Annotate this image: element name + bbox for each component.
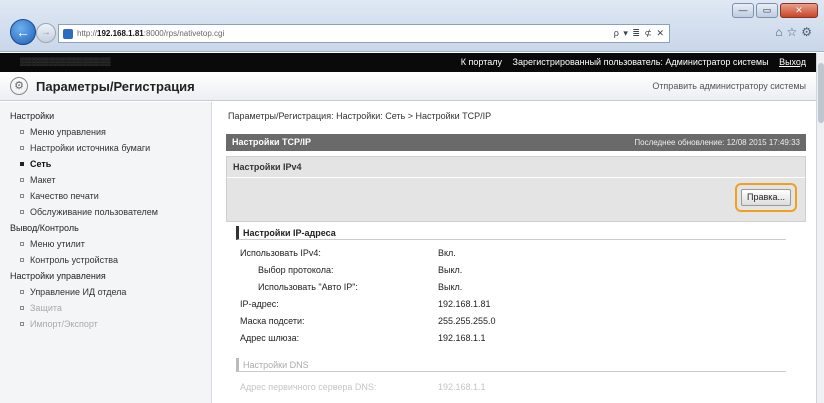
sidebar-item-user-maintenance[interactable]: Обслуживание пользователем: [0, 204, 211, 220]
portal-link[interactable]: К порталу: [461, 57, 502, 67]
bullet-icon: [20, 146, 24, 150]
setting-value: 255.255.255.0: [438, 316, 496, 326]
sidebar: Настройки Меню управления Настройки исто…: [0, 102, 212, 403]
address-tools[interactable]: ρ ▾ ≣ ⊄ ✕: [554, 24, 670, 43]
sidebar-item-department-id[interactable]: Управление ИД отдела: [0, 284, 211, 300]
last-update: Последнее обновление: 12/08 2015 17:49:3…: [634, 138, 800, 147]
sidebar-section-management[interactable]: Настройки управления: [0, 268, 211, 284]
sidebar-item-layout[interactable]: Макет: [0, 172, 211, 188]
ipv4-box: Настройки IPv4 Правка...: [226, 156, 806, 222]
edit-button[interactable]: Правка...: [741, 189, 791, 206]
sidebar-item-label: Макет: [30, 175, 56, 185]
close-window-button[interactable]: ✕: [780, 3, 818, 18]
setting-value: Вкл.: [438, 248, 456, 258]
sidebar-item-print-quality[interactable]: Качество печати: [0, 188, 211, 204]
bullet-icon: [20, 210, 24, 214]
setting-label: Маска подсети:: [240, 316, 305, 326]
logged-user: Зарегистрированный пользователь: Админис…: [512, 57, 769, 67]
sidebar-item-paper-source[interactable]: Настройки источника бумаги: [0, 140, 211, 156]
mail-admin-link[interactable]: Отправить администратору системы: [652, 81, 806, 91]
ipv4-settings: Настройки IP-адреса Использовать IPv4: В…: [226, 222, 806, 403]
browser-chrome: — ▭ ✕ ← → http://192.168.1.81:8000/rps/n…: [0, 0, 824, 52]
setting-row: Адрес шлюза: 192.168.1.1: [240, 331, 800, 345]
sidebar-item-device-control[interactable]: Контроль устройства: [0, 252, 211, 268]
sidebar-item-utility-menu[interactable]: Меню утилит: [0, 236, 211, 252]
address-path: :8000/rps/nativetop.cgi: [143, 29, 225, 38]
sidebar-item-label: Сеть: [30, 159, 52, 169]
bullet-icon: [20, 130, 24, 134]
sidebar-section-output[interactable]: Вывод/Контроль: [0, 220, 211, 236]
scrollbar-thumb[interactable]: [818, 63, 824, 123]
setting-label: Адрес шлюза:: [240, 333, 300, 343]
bullet-icon: [20, 194, 24, 198]
edit-button-highlight: Правка...: [735, 183, 797, 212]
bullet-icon: [20, 306, 24, 310]
setting-label: IP-адрес:: [240, 299, 279, 309]
portal-bar: ▒▒▒▒▒▒▒▒▒▒▒▒▒▒▒▒ К порталу Зарегистриров…: [0, 53, 816, 72]
back-button[interactable]: ←: [10, 19, 36, 45]
minimize-button[interactable]: —: [732, 3, 754, 18]
page-scrollbar[interactable]: [816, 53, 824, 403]
ip-address-section: Настройки IP-адреса: [236, 226, 786, 240]
site-favicon-icon: [63, 29, 73, 39]
address-prefix: http://: [77, 29, 98, 38]
sidebar-item-label: Импорт/Экспорт: [30, 319, 98, 329]
sidebar-item-control-menu[interactable]: Меню управления: [0, 124, 211, 140]
panel-title: Настройки TCP/IP: [232, 137, 311, 147]
maximize-button[interactable]: ▭: [756, 3, 778, 18]
setting-row: Маска подсети: 255.255.255.0: [240, 314, 800, 328]
bullet-icon: [20, 178, 24, 182]
bullet-icon: [20, 242, 24, 246]
sidebar-item-label: Меню утилит: [30, 239, 85, 249]
tcpip-panel-header: Настройки TCP/IP Последнее обновление: 1…: [226, 134, 806, 151]
sidebar-item-label: Настройки источника бумаги: [30, 143, 151, 153]
main-content: Параметры/Регистрация: Настройки: Сеть >…: [222, 102, 808, 403]
page-header: ⚙ Параметры/Регистрация Отправить админи…: [0, 72, 816, 101]
logout-link[interactable]: Выход: [779, 57, 806, 67]
product-name-blurred: ▒▒▒▒▒▒▒▒▒▒▒▒▒▒▒▒: [20, 57, 111, 66]
setting-label: Адрес первичного сервера DNS:: [240, 382, 377, 392]
window-controls: — ▭ ✕: [732, 3, 818, 18]
divider: [227, 177, 805, 178]
sidebar-item-label: Управление ИД отдела: [30, 287, 127, 297]
bullet-icon: [20, 322, 24, 326]
bullet-icon: [20, 162, 24, 166]
dns-section: Настройки DNS: [236, 358, 786, 372]
page-title: Параметры/Регистрация: [36, 79, 195, 94]
ipv4-title: Настройки IPv4: [233, 162, 302, 172]
setting-label: Использовать "Авто IP":: [258, 282, 358, 292]
setting-row: Использовать "Авто IP": Выкл.: [240, 280, 800, 294]
sidebar-section-settings[interactable]: Настройки: [0, 108, 211, 124]
setting-row: Использовать IPv4: Вкл.: [240, 246, 800, 260]
setting-label: Использовать IPv4:: [240, 248, 321, 258]
sidebar-item-label: Качество печати: [30, 191, 99, 201]
bullet-icon: [20, 258, 24, 262]
sidebar-item-label: Обслуживание пользователем: [30, 207, 158, 217]
address-host: 192.168.1.81: [97, 29, 144, 38]
sidebar-item-label: Контроль устройства: [30, 255, 118, 265]
sidebar-item-import-export[interactable]: Импорт/Экспорт: [0, 316, 211, 332]
sidebar-item-security[interactable]: Защита: [0, 300, 211, 316]
breadcrumb: Параметры/Регистрация: Настройки: Сеть >…: [228, 111, 492, 121]
portal-links: К порталу Зарегистрированный пользовател…: [453, 57, 806, 67]
sidebar-item-network[interactable]: Сеть: [0, 156, 211, 172]
setting-row: Выбор протокола: Выкл.: [240, 263, 800, 277]
bullet-icon: [20, 290, 24, 294]
forward-button[interactable]: →: [36, 23, 56, 43]
setting-label: Выбор протокола:: [258, 265, 334, 275]
browser-toolbar-icons[interactable]: ⌂☆⚙: [775, 25, 816, 39]
sidebar-item-label: Меню управления: [30, 127, 106, 137]
sidebar-item-label: Защита: [30, 303, 62, 313]
setting-value: 192.168.1.81: [438, 299, 491, 309]
setting-row: Адрес первичного сервера DNS: 192.168.1.…: [240, 380, 800, 394]
setting-value: Выкл.: [438, 282, 463, 292]
address-bar[interactable]: http://192.168.1.81:8000/rps/nativetop.c…: [58, 24, 556, 43]
setting-value: 192.168.1.1: [438, 382, 486, 392]
settings-gear-icon: ⚙: [10, 77, 28, 95]
setting-value: Выкл.: [438, 265, 463, 275]
setting-value: 192.168.1.1: [438, 333, 486, 343]
setting-row: IP-адрес: 192.168.1.81: [240, 297, 800, 311]
